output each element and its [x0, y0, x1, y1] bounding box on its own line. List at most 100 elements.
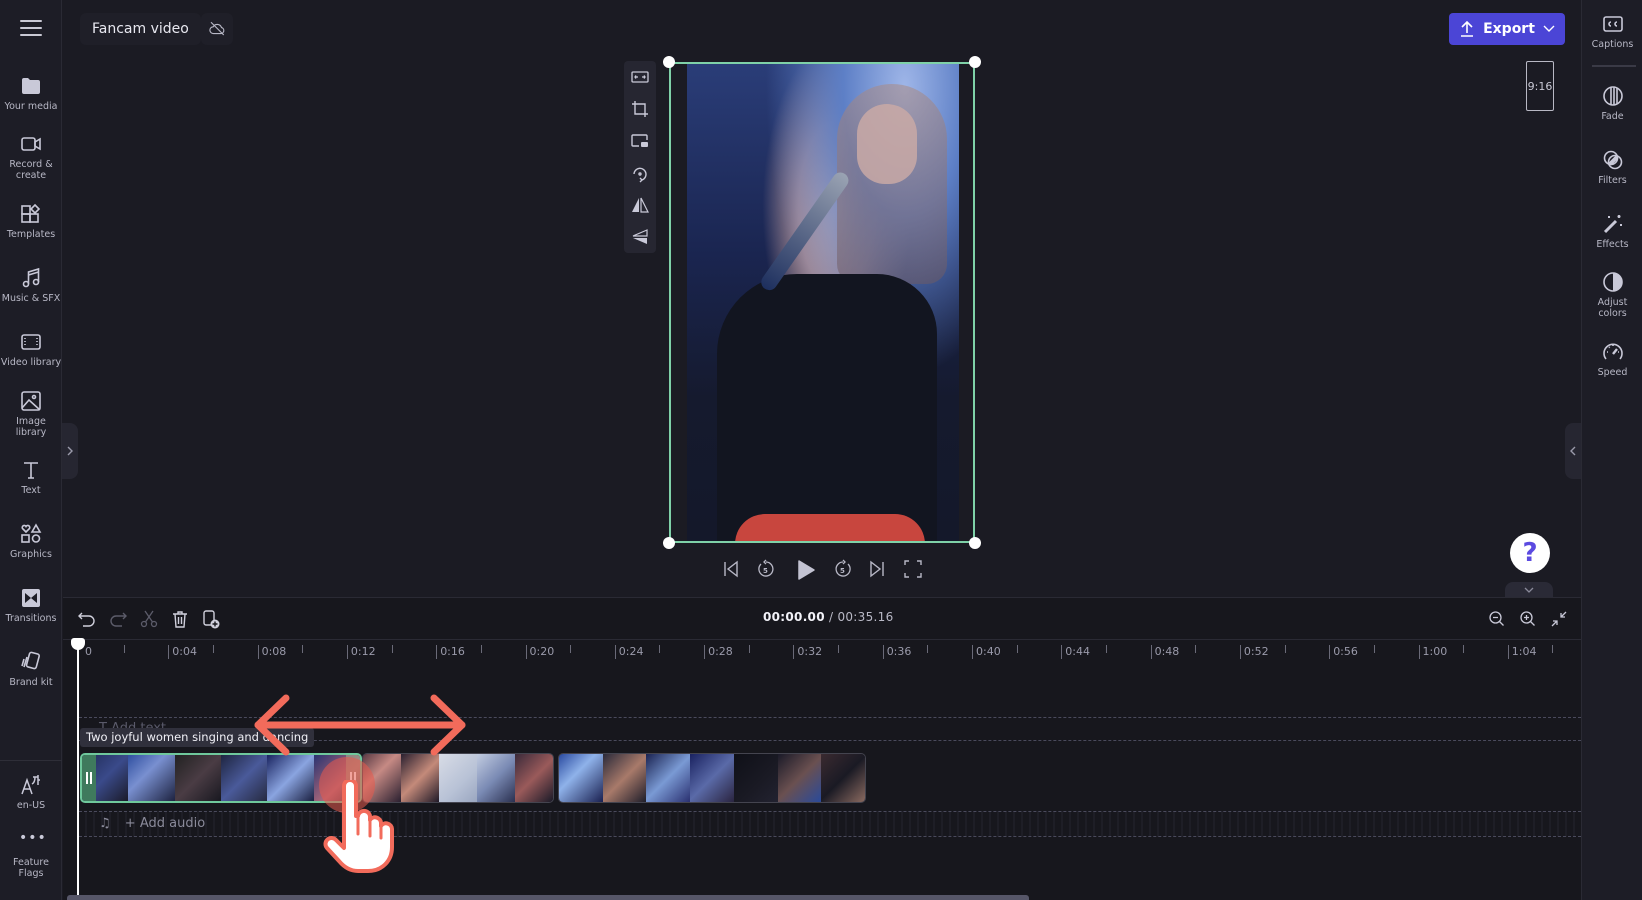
panel-item-captions[interactable]: Captions — [1582, 12, 1642, 50]
cloud-sync-button[interactable] — [201, 13, 233, 45]
flip-horizontal-icon[interactable] — [630, 195, 650, 215]
timeline: 00:00.00 / 00:35.16 0 0:04 0:08 0:12 0:16 0:2… — [63, 597, 1581, 900]
right-sidebar: Captions Fade Filters Effects Adjust col… — [1581, 0, 1642, 900]
project-title[interactable]: Fancam video — [80, 13, 201, 45]
sidebar-item-record-create[interactable]: Record & create — [0, 132, 62, 181]
resize-handle-bottom-left[interactable] — [663, 537, 675, 549]
sidebar-item-video-library[interactable]: Video library — [0, 330, 62, 368]
video-clip-3[interactable] — [558, 753, 866, 803]
expand-right-panel-button[interactable] — [1565, 423, 1581, 479]
trim-handle-left[interactable] — [82, 755, 96, 801]
hamburger-icon[interactable] — [20, 20, 42, 38]
sidebar-label: Text — [21, 485, 41, 496]
redo-icon[interactable] — [108, 609, 128, 629]
ruler-tick-label: 0:20 — [525, 645, 554, 659]
clip-thumbnails — [559, 754, 865, 802]
fit-icon[interactable] — [630, 67, 650, 87]
ruler-minor-tick — [748, 645, 750, 653]
ruler-tick-label: 1:04 — [1507, 645, 1537, 659]
fade-icon — [1602, 86, 1623, 106]
music-note-icon: ♫ — [99, 816, 111, 831]
sidebar-item-music-sfx[interactable]: Music & SFX — [0, 266, 62, 304]
sidebar-item-text[interactable]: Text — [0, 458, 62, 496]
fit-timeline-icon[interactable] — [1549, 609, 1569, 629]
chevron-down-icon — [1543, 25, 1555, 32]
chevron-down-icon — [1524, 587, 1534, 593]
undo-icon[interactable] — [77, 609, 97, 629]
video-clip-1[interactable] — [80, 753, 362, 803]
music-note-icon — [22, 267, 40, 288]
video-clip-2[interactable] — [362, 753, 554, 803]
zoom-out-icon[interactable] — [1487, 609, 1507, 629]
forward-5-icon[interactable]: 5 — [832, 558, 854, 580]
brand-kit-icon — [21, 651, 40, 670]
collapse-preview-button[interactable] — [1505, 582, 1553, 597]
panel-item-filters[interactable]: Filters — [1582, 148, 1642, 186]
clip-name-tooltip: Two joyful women singing and dancing — [80, 728, 315, 747]
skip-back-icon[interactable] — [720, 558, 742, 580]
chevron-right-icon — [67, 446, 73, 456]
ruler-tick-label: 0:04 — [168, 645, 197, 659]
fullscreen-icon[interactable] — [902, 558, 924, 580]
add-to-timeline-icon[interactable] — [201, 609, 221, 629]
trash-icon[interactable] — [170, 609, 190, 629]
expand-left-panel-button[interactable] — [62, 423, 78, 479]
panel-label: Adjust colors — [1597, 297, 1628, 319]
ruler-minor-tick — [1284, 645, 1286, 653]
ruler-tick-label: 0:56 — [1329, 645, 1358, 659]
sidebar-item-graphics[interactable]: Graphics — [0, 522, 62, 560]
sidebar-item-your-media[interactable]: Your media — [0, 74, 62, 112]
resize-handle-top-left[interactable] — [663, 56, 675, 68]
templates-icon — [21, 203, 41, 223]
panel-item-effects[interactable]: Effects — [1582, 212, 1642, 250]
aspect-ratio-button[interactable]: 9:16 — [1526, 61, 1554, 111]
sidebar-label: Music & SFX — [1, 293, 61, 304]
sidebar-divider — [0, 760, 62, 761]
panel-item-adjust-colors[interactable]: Adjust colors — [1582, 270, 1642, 319]
ruler-minor-tick — [1552, 645, 1554, 653]
sidebar-label: Brand kit — [9, 677, 53, 688]
resize-handle-top-right[interactable] — [969, 56, 981, 68]
panel-item-fade[interactable]: Fade — [1582, 84, 1642, 122]
sidebar-item-transitions[interactable]: Transitions — [0, 586, 62, 624]
sidebar-label: Transitions — [5, 613, 57, 624]
sidebar-label: Your media — [4, 101, 58, 112]
help-button[interactable]: ? — [1510, 533, 1550, 573]
zoom-in-icon[interactable] — [1518, 609, 1538, 629]
rewind-5-icon[interactable]: 5 — [755, 558, 777, 580]
clip-thumbnails — [82, 755, 360, 801]
timeline-ruler[interactable]: 0 0:04 0:08 0:12 0:16 0:20 0:24 0:28 0:32 0:36 0:4… — [63, 639, 1581, 669]
panel-label: Captions — [1591, 39, 1634, 50]
resize-handle-bottom-right[interactable] — [969, 537, 981, 549]
skip-forward-icon[interactable] — [866, 558, 888, 580]
contrast-icon — [1602, 272, 1623, 292]
filters-icon — [1603, 150, 1622, 170]
audio-track[interactable]: ♫ + Add audio — [79, 811, 1581, 837]
ruler-tick-label: 0:16 — [436, 645, 465, 659]
sidebar-label: Templates — [6, 229, 56, 240]
rotate-icon[interactable] — [630, 163, 650, 183]
panel-divider — [1592, 65, 1636, 67]
export-button[interactable]: Export — [1449, 13, 1565, 45]
picture-in-picture-icon[interactable] — [630, 131, 650, 151]
ruler-minor-tick — [1463, 645, 1465, 653]
sidebar-item-language[interactable]: en-US — [0, 773, 62, 811]
panel-item-speed[interactable]: Speed — [1582, 340, 1642, 378]
timeline-horizontal-scrollbar[interactable] — [67, 895, 1029, 900]
play-icon[interactable] — [793, 558, 817, 582]
playhead-line — [77, 638, 79, 900]
sidebar-item-feature-flags[interactable]: ••• Feature Flags — [0, 830, 62, 879]
more-dots-icon: ••• — [19, 830, 47, 846]
video-preview[interactable] — [669, 62, 975, 543]
flip-vertical-icon[interactable] — [630, 227, 650, 247]
sidebar-label: Video library — [0, 357, 62, 368]
sidebar-item-image-library[interactable]: Image library — [0, 389, 62, 438]
text-icon — [24, 462, 38, 479]
captions-cc-icon — [1602, 16, 1623, 32]
scissors-icon[interactable] — [139, 609, 159, 629]
sidebar-item-brand-kit[interactable]: Brand kit — [0, 650, 62, 688]
sidebar-item-templates[interactable]: Templates — [0, 202, 62, 240]
magic-wand-icon — [1603, 215, 1622, 234]
trim-handle-right[interactable] — [346, 755, 360, 801]
crop-icon[interactable] — [630, 99, 650, 119]
